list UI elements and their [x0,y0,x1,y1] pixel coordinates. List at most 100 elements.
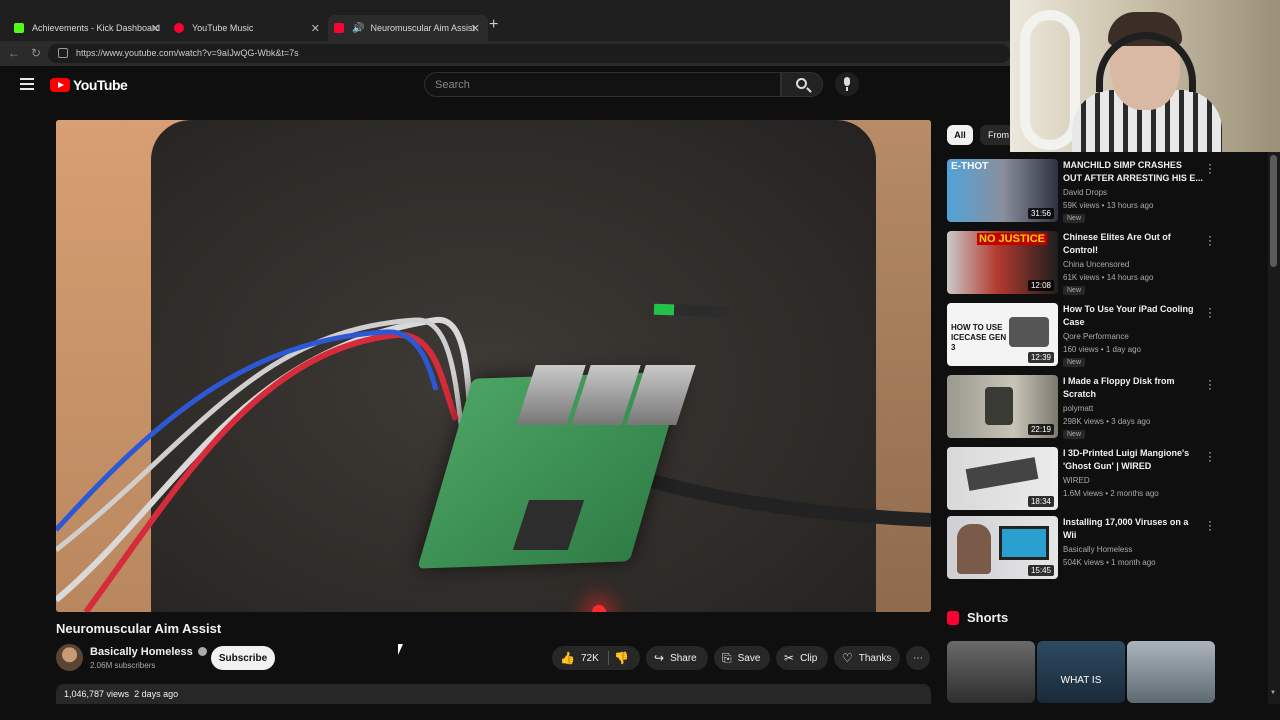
video-title: Neuromuscular Aim Assist [56,621,222,636]
close-tab-icon[interactable]: ✕ [311,22,320,35]
more-vertical-icon[interactable]: · · · [1208,158,1212,178]
duration-badge: 12:08 [1027,280,1054,291]
scissors-icon: ✂ [784,651,795,665]
reload-icon[interactable]: ↻ [31,46,41,60]
share-button[interactable]: ↪ Share [646,646,708,670]
video-thumbnail[interactable]: NO JUSTICE 12:08 [947,231,1058,294]
channel-name-text: Basically Homeless [90,646,193,658]
channel-name[interactable]: Basically Homeless [90,646,207,658]
more-vertical-icon[interactable]: · · · [1208,230,1212,250]
video-thumbnail[interactable]: 15:45 [947,516,1058,579]
video-player[interactable] [56,120,931,612]
tab-kick-dashboard[interactable]: Achievements - Kick Dashboard ✕ [8,15,168,41]
short-card[interactable]: WHAT IS [1037,641,1125,703]
video-thumbnail[interactable]: 18:34 [947,447,1058,510]
recommendation-item[interactable]: 22:19 I Made a Floppy Disk from Scratch … [947,374,1217,441]
search-icon [796,78,807,89]
recommendation-meta: 504K views • 1 month ago [1063,558,1156,567]
like-dislike-group: 👍 72K 👎 [552,646,640,670]
site-info-icon[interactable] [58,48,68,58]
back-icon[interactable]: ← [8,46,20,60]
app-root: Achievements - Kick Dashboard ✕ YouTube … [0,0,1280,720]
search-button[interactable] [781,72,823,97]
recommendation-meta: 160 views • 1 day ago [1063,345,1141,354]
shorts-title: Shorts [967,610,1009,625]
presenter-image [957,524,991,574]
tab-neuromuscular-aim-assist[interactable]: 🔊 Neuromuscular Aim Assist ✕ [328,15,488,41]
tab-youtube-music[interactable]: YouTube Music ✕ [168,15,328,41]
recommendation-item[interactable]: E-THOT 31:56 MANCHILD SIMP CRASHES OUT A… [947,158,1217,225]
shorts-heading: Shorts [947,610,1008,625]
more-vertical-icon[interactable]: · · · [1208,302,1212,322]
more-vertical-icon[interactable]: · · · [1208,446,1212,466]
upload-age: 2 days ago [134,689,179,699]
thumbnail-overlay-text: E-THOT [951,161,989,172]
bottom-edge [0,704,1280,720]
subscribe-button[interactable]: Subscribe [211,646,275,670]
recommendation-title[interactable]: I Made a Floppy Disk from Scratch [1063,375,1203,401]
thanks-button[interactable]: ♡ Thanks [834,646,900,670]
chip-all[interactable]: All [947,125,973,145]
hamburger-menu-icon[interactable] [20,78,34,90]
new-tab-button[interactable]: + [489,16,498,34]
shorts-logo-icon [947,610,959,625]
thumbs-up-icon[interactable]: 👍 [560,651,575,665]
recommendation-channel[interactable]: WIRED [1063,476,1090,485]
youtube-logo[interactable]: YouTube [50,77,128,93]
clip-button[interactable]: ✂ Clip [776,646,828,670]
recommendation-title[interactable]: Installing 17,000 Viruses on a Wii [1063,516,1203,542]
clip-label: Clip [800,652,818,664]
youtube-favicon-icon [334,23,344,33]
more-actions-button[interactable]: ⋯ [906,646,930,670]
webcam-overlay [1010,0,1280,152]
recommendation-title[interactable]: Chinese Elites Are Out of Control! [1063,231,1203,257]
ring-light [1020,10,1080,150]
url-field[interactable]: https://www.youtube.com/watch?v=9aIJwQG-… [48,44,1010,63]
subscriber-count: 2.06M subscribers [90,661,156,670]
recommendation-channel[interactable]: Qore Performance [1063,332,1129,341]
channel-avatar[interactable] [56,644,83,671]
like-count[interactable]: 72K [581,653,599,664]
speaker-icon[interactable]: 🔊 [352,23,364,34]
kick-favicon-icon [14,23,24,33]
recommendation-title[interactable]: MANCHILD SIMP CRASHES OUT AFTER ARRESTIN… [1063,159,1203,185]
recommendation-channel[interactable]: David Drops [1063,188,1107,197]
thumbs-down-icon[interactable]: 👎 [614,651,629,665]
video-stats: 1,046,787 views 2 days ago [64,689,178,699]
video-thumbnail[interactable]: 22:19 [947,375,1058,438]
recommendation-channel[interactable]: polymatt [1063,404,1093,413]
divider [608,651,609,665]
short-card[interactable] [947,641,1035,703]
recommendation-title[interactable]: I 3D-Printed Luigi Mangione's 'Ghost Gun… [1063,447,1203,473]
video-thumbnail[interactable]: E-THOT 31:56 [947,159,1058,222]
more-vertical-icon[interactable]: · · · [1208,374,1212,394]
tab-label: Neuromuscular Aim Assist [370,23,475,33]
duration-badge: 22:19 [1027,424,1054,435]
recommendation-item[interactable]: NO JUSTICE 12:08 Chinese Elites Are Out … [947,230,1217,297]
duration-badge: 31:56 [1027,208,1054,219]
close-tab-icon[interactable]: ✕ [151,22,160,35]
tv-screen-image [999,526,1049,560]
video-thumbnail[interactable]: HOW TO USE ICECASE GEN 3 12:39 [947,303,1058,366]
tab-label: YouTube Music [192,23,254,33]
recommendation-channel[interactable]: China Uncensored [1063,260,1129,269]
search-input[interactable]: Search [424,72,781,97]
recommendation-title[interactable]: How To Use Your iPad Cooling Case [1063,303,1203,329]
scroll-down-arrow-icon[interactable]: ▼ [1270,690,1276,696]
more-horizontal-icon: ⋯ [913,652,923,664]
ipad-case-image [1009,317,1049,347]
recommendation-channel[interactable]: Basically Homeless [1063,545,1132,554]
recommendation-item[interactable]: 15:45 Installing 17,000 Viruses on a Wii… [947,515,1217,582]
recommendation-item[interactable]: HOW TO USE ICECASE GEN 3 12:39 How To Us… [947,302,1217,369]
more-vertical-icon[interactable]: · · · [1208,515,1212,535]
short-card[interactable] [1127,641,1215,703]
recommendation-item[interactable]: 18:34 I 3D-Printed Luigi Mangione's 'Gho… [947,446,1217,513]
save-button[interactable]: ⎘ Save [714,646,770,670]
voice-search-microphone-icon[interactable] [835,72,859,96]
scrollbar-thumb[interactable] [1270,155,1277,267]
youtube-play-logo-icon [50,78,70,92]
red-led [592,605,606,612]
close-tab-icon[interactable]: ✕ [471,22,480,35]
tab-label: Achievements - Kick Dashboard [32,23,161,33]
duration-badge: 12:39 [1027,352,1054,363]
